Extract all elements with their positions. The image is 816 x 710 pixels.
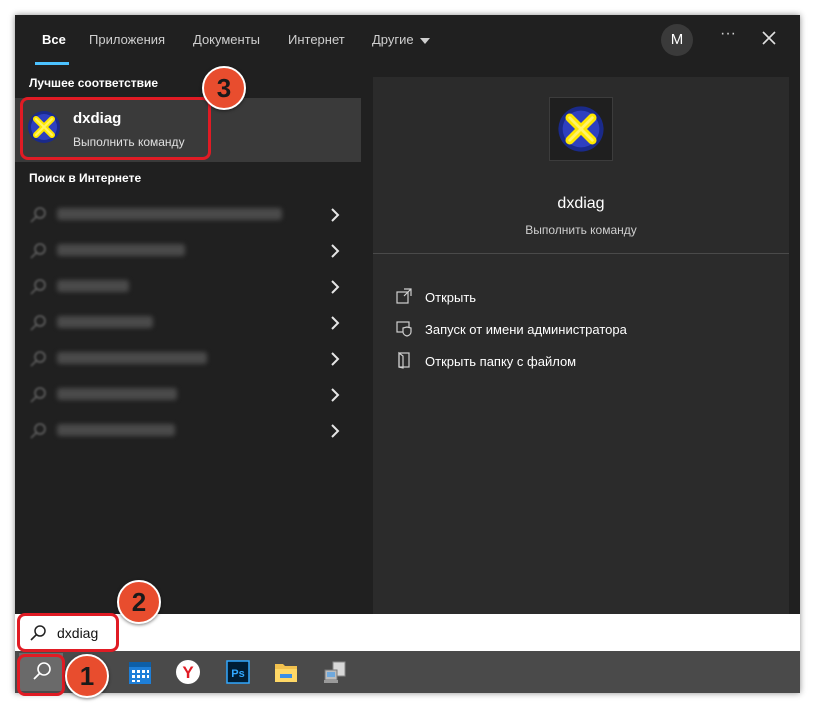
photoshop-icon: Ps: [226, 660, 250, 684]
web-suggestion[interactable]: [15, 269, 361, 305]
yandex-letter: Y: [182, 663, 194, 682]
search-icon: [30, 315, 46, 331]
tab-internet[interactable]: Интернет: [288, 32, 345, 47]
chevron-right-icon: [331, 316, 340, 330]
blurred-suggestion-text: [57, 244, 185, 256]
web-suggestion[interactable]: [15, 233, 361, 269]
photoshop-letters: Ps: [231, 668, 244, 680]
taskbar-network-button[interactable]: [313, 653, 357, 691]
blurred-suggestion-text: [57, 388, 177, 400]
web-suggestion[interactable]: [15, 413, 361, 449]
calendar-icon: [129, 662, 151, 684]
preview-panel: dxdiag Выполнить команду Открыть Запуск …: [373, 77, 789, 614]
user-avatar[interactable]: M: [661, 24, 693, 56]
web-search-heading: Поиск в Интернете: [29, 171, 142, 185]
action-open-file-location-label: Открыть папку с файлом: [425, 354, 577, 369]
chevron-right-icon: [331, 280, 340, 294]
search-icon: [30, 423, 46, 439]
highlight-search-box: [17, 613, 119, 652]
close-icon: [762, 31, 776, 45]
tab-other[interactable]: Другие: [372, 32, 430, 47]
close-button[interactable]: [759, 28, 779, 48]
chevron-right-icon: [331, 352, 340, 366]
web-suggestion[interactable]: [15, 341, 361, 377]
search-icon: [30, 207, 46, 223]
tab-apps[interactable]: Приложения: [89, 32, 165, 47]
directx-icon: [558, 106, 604, 152]
search-icon: [30, 279, 46, 295]
app-preview-icon: [549, 97, 613, 161]
divider: [373, 253, 789, 254]
open-icon: [396, 288, 412, 304]
taskbar-calendar-button[interactable]: [117, 653, 161, 691]
network-computer-icon: [324, 661, 346, 683]
action-run-as-admin-label: Запуск от имени администратора: [425, 322, 627, 337]
folder-icon: [398, 351, 410, 369]
search-icon: [30, 351, 46, 367]
tab-other-label: Другие: [372, 32, 414, 47]
step-badge-1: 1: [65, 654, 109, 698]
preview-title: dxdiag: [557, 195, 605, 212]
highlight-search-button: [17, 654, 65, 696]
blurred-suggestion-text: [57, 424, 175, 436]
taskbar: Y Ps: [15, 651, 800, 693]
chevron-right-icon: [331, 424, 340, 438]
yandex-browser-icon: Y: [176, 660, 200, 684]
taskbar-yandex-browser-button[interactable]: Y: [166, 653, 210, 691]
more-options-button[interactable]: ···: [718, 25, 738, 49]
web-suggestion[interactable]: [15, 197, 361, 233]
tab-all[interactable]: Все: [42, 32, 66, 47]
blurred-suggestion-text: [57, 208, 282, 220]
taskbar-file-explorer-button[interactable]: [264, 653, 308, 691]
taskbar-photoshop-button[interactable]: Ps: [215, 653, 259, 691]
blurred-suggestion-text: [57, 280, 129, 292]
search-icon: [30, 243, 46, 259]
search-icon: [30, 387, 46, 403]
chevron-right-icon: [331, 244, 340, 258]
best-match-heading: Лучшее соответствие: [29, 76, 159, 90]
web-suggestion[interactable]: [15, 377, 361, 413]
highlight-best-match: [20, 97, 211, 160]
chevron-down-icon: [419, 37, 430, 44]
preview-subtitle: Выполнить команду: [525, 223, 637, 237]
blurred-suggestion-text: [57, 316, 153, 328]
chevron-right-icon: [331, 208, 340, 222]
step-badge-2: 2: [117, 580, 161, 624]
blurred-suggestion-text: [57, 352, 207, 364]
shield-icon: [396, 321, 412, 337]
file-explorer-icon: [275, 664, 297, 682]
search-tabs-bar: Все Приложения Документы Интернет Другие…: [15, 15, 800, 65]
web-suggestion[interactable]: [15, 305, 361, 341]
tab-documents[interactable]: Документы: [193, 32, 260, 47]
step-badge-3: 3: [202, 66, 246, 110]
chevron-right-icon: [331, 388, 340, 402]
action-open-label: Открыть: [425, 290, 477, 305]
